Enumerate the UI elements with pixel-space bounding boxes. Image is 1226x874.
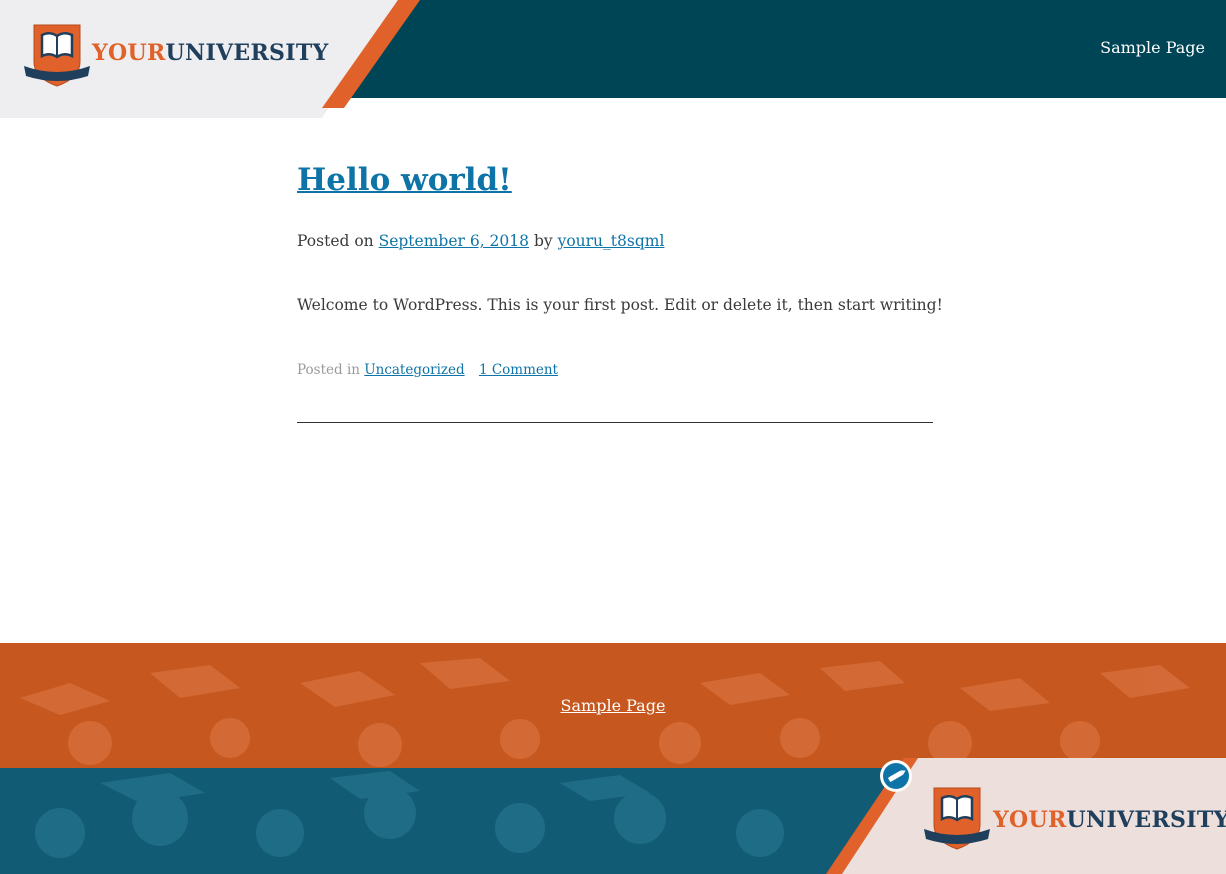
posted-in-label: Posted in <box>297 362 360 378</box>
footer-crest-icon <box>924 787 990 850</box>
site-header: YOURUNIVERSITY Sample Page <box>0 0 1226 118</box>
nav-sample-page[interactable]: Sample Page <box>1100 38 1205 57</box>
post-title-link[interactable]: Hello world! <box>297 152 512 208</box>
site-wordmark: YOURUNIVERSITY <box>92 40 329 66</box>
comments-link[interactable]: 1 Comment <box>479 362 558 378</box>
footer-nav-sample-page[interactable]: Sample Page <box>561 696 666 715</box>
post-footer-meta: Posted in Uncategorized 1 Comment <box>297 362 558 378</box>
footer-wordmark: YOURUNIVERSITY <box>993 807 1226 833</box>
edit-pencil-icon[interactable] <box>879 759 913 793</box>
footer-wordmark-your: YOUR <box>993 807 1067 833</box>
footer-wordmark-university: UNIVERSITY <box>1066 807 1226 833</box>
wordmark-university: UNIVERSITY <box>165 40 329 66</box>
post-date-link[interactable]: September 6, 2018 <box>379 232 529 250</box>
post-meta: Posted on September 6, 2018 by youru_t8s… <box>297 232 664 250</box>
site-footer: Sample Page YOURUNIVERSITY <box>0 643 1226 874</box>
meta-prefix: Posted on <box>297 232 374 250</box>
footer-nav: Sample Page <box>0 696 1226 715</box>
wordmark-your: YOUR <box>92 40 166 66</box>
post-divider <box>297 422 933 423</box>
post-author-link[interactable]: youru_t8sqml <box>558 232 665 250</box>
post-hello-world: Hello world! Posted on September 6, 2018… <box>297 152 943 423</box>
graduation-crowd-background <box>0 643 1226 874</box>
university-crest-icon <box>24 24 90 87</box>
meta-by: by <box>533 232 553 250</box>
post-content: Welcome to WordPress. This is your first… <box>297 296 943 314</box>
category-link[interactable]: Uncategorized <box>364 362 464 378</box>
